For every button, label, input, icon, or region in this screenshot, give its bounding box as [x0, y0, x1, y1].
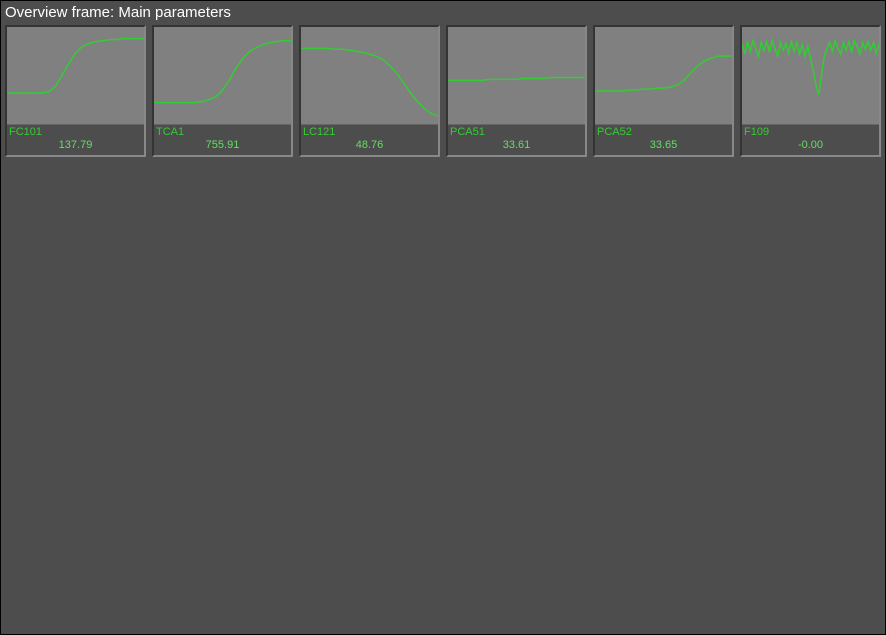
tile-label: F109: [744, 126, 877, 139]
tile-value: 33.65: [597, 139, 730, 152]
sparkline-icon: [448, 27, 585, 124]
tile-value: 137.79: [9, 139, 142, 152]
tile-f109[interactable]: F109 -0.00: [740, 25, 881, 157]
tile-footer: PCA52 33.65: [595, 125, 732, 155]
tile-label: FC101: [9, 126, 142, 139]
tiles-container: FC101 137.79 TCA1 755.91 LC121 48.76 PCA…: [1, 23, 885, 159]
chart-pca51: [448, 27, 585, 125]
tile-value: 33.61: [450, 139, 583, 152]
title-text: Overview frame: Main parameters: [5, 4, 231, 21]
tile-value: 755.91: [156, 139, 289, 152]
sparkline-icon: [301, 27, 438, 124]
tile-footer: TCA1 755.91: [154, 125, 291, 155]
tile-footer: FC101 137.79: [7, 125, 144, 155]
tile-pca52[interactable]: PCA52 33.65: [593, 25, 734, 157]
chart-pca52: [595, 27, 732, 125]
sparkline-icon: [595, 27, 732, 124]
tile-pca51[interactable]: PCA51 33.61: [446, 25, 587, 157]
tile-tca1[interactable]: TCA1 755.91: [152, 25, 293, 157]
tile-label: LC121: [303, 126, 436, 139]
tile-label: PCA51: [450, 126, 583, 139]
tile-value: -0.00: [744, 139, 877, 152]
tile-label: TCA1: [156, 126, 289, 139]
chart-f109: [742, 27, 879, 125]
tile-footer: LC121 48.76: [301, 125, 438, 155]
chart-tca1: [154, 27, 291, 125]
sparkline-icon: [154, 27, 291, 124]
tile-label: PCA52: [597, 126, 730, 139]
sparkline-icon: [742, 27, 879, 124]
tile-lc121[interactable]: LC121 48.76: [299, 25, 440, 157]
page-title: Overview frame: Main parameters: [1, 1, 885, 23]
tile-footer: F109 -0.00: [742, 125, 879, 155]
sparkline-icon: [7, 27, 144, 124]
chart-lc121: [301, 27, 438, 125]
chart-fc101: [7, 27, 144, 125]
tile-value: 48.76: [303, 139, 436, 152]
tile-footer: PCA51 33.61: [448, 125, 585, 155]
tile-fc101[interactable]: FC101 137.79: [5, 25, 146, 157]
